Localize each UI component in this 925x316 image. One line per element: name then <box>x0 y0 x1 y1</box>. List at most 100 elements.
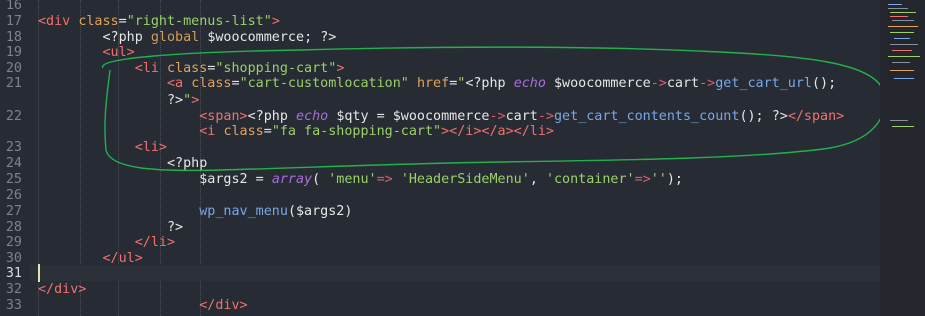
line-number: 20 <box>5 61 22 76</box>
token-attr: class <box>167 61 208 76</box>
token-var: $woocommerce <box>392 109 490 124</box>
line-number: 24 <box>5 156 22 171</box>
code-text: $args2 = array( 'menu'=> 'HeaderSideMenu… <box>38 172 683 188</box>
token-tag: </span> <box>787 109 845 124</box>
token-txt: = <box>263 124 272 139</box>
code-text: <ul> <box>38 45 135 61</box>
token-php: <?php <box>167 156 208 171</box>
token-txt: = <box>247 172 272 187</box>
token-op: => <box>376 172 393 187</box>
token-it: echo <box>296 109 329 124</box>
token-str: " <box>183 93 192 108</box>
token-var: $qty <box>336 109 369 124</box>
code-text: wp_nav_menu($args2) <box>38 204 352 220</box>
line-number: 26 <box>5 188 22 203</box>
token-op: -> <box>489 109 506 124</box>
token-txt: , <box>529 172 546 187</box>
token-tag: <li> <box>134 140 167 155</box>
code-text: <li> <box>38 140 167 156</box>
token-it: echo <box>513 76 546 91</box>
line-number: 23 <box>5 140 22 155</box>
token-var: $woocommerce <box>207 30 305 45</box>
token-txt: ( <box>287 204 296 219</box>
token-php: ?> <box>167 220 184 235</box>
token-txt: cart <box>666 76 700 91</box>
line-number: 17 <box>5 14 22 29</box>
code-editor[interactable]: 16 17 <div class="right-menus-list"> 18 <?p… <box>0 0 880 316</box>
code-text: </ul> <box>38 251 143 267</box>
code-text: <?php <box>38 156 207 172</box>
token-txt: (); <box>739 109 772 124</box>
token-tag: > <box>336 61 345 76</box>
token-tag: <a <box>167 76 184 91</box>
token-str: "right-menus-list" <box>126 14 272 29</box>
token-str: 'menu' <box>328 172 377 187</box>
token-txt: = <box>231 76 240 91</box>
token-txt: ( <box>312 172 329 187</box>
line-number: 18 <box>5 30 22 45</box>
token-tag: > <box>271 14 280 29</box>
token-tag: </div> <box>38 282 87 297</box>
current-line-highlight <box>30 265 880 281</box>
token-attr: class <box>191 76 232 91</box>
token-attr: href <box>416 76 450 91</box>
line-number: 29 <box>5 235 22 250</box>
token-it: array <box>271 172 313 187</box>
line-number: 30 <box>5 251 22 266</box>
code-text: ?> <box>38 220 183 236</box>
line-number: 19 <box>5 45 22 60</box>
minimap[interactable] <box>880 0 925 316</box>
token-tag: <div <box>38 14 71 29</box>
code-text: <i class="fa fa-shopping-cart"></i></a><… <box>38 124 554 140</box>
token-tag: ></i></a></li> <box>441 124 554 139</box>
line-number: 32 <box>5 282 22 297</box>
token-txt: (); <box>812 76 837 91</box>
token-txt: cart <box>505 109 538 124</box>
token-kw: global <box>150 30 200 45</box>
token-txt: ) <box>344 204 353 219</box>
line-number: 27 <box>5 204 22 219</box>
line-number: 22 <box>5 109 22 124</box>
line-number: 25 <box>5 172 22 187</box>
token-tag: </ul> <box>102 251 143 266</box>
token-php: <?php <box>465 76 514 91</box>
token-txt: ); <box>666 172 683 187</box>
token-php: ?> <box>320 30 337 45</box>
token-fn: get_cart_contents_count <box>554 109 740 124</box>
token-op: -> <box>537 109 554 124</box>
code-text: </li> <box>38 235 175 251</box>
token-tag: > <box>191 93 200 108</box>
token-var: $args2 <box>296 204 345 219</box>
token-op: -> <box>699 76 716 91</box>
code-text: <li class="shopping-cart"> <box>38 61 345 77</box>
token-php: ?> <box>167 93 184 108</box>
token-txt: ; <box>304 30 321 45</box>
token-str: "fa fa-shopping-cart" <box>271 124 442 139</box>
token-fn: get_cart_url <box>715 76 812 91</box>
text-cursor <box>38 264 40 282</box>
token-php: <?php <box>247 109 296 124</box>
token-attr: class <box>223 124 264 139</box>
token-fn: wp_nav_menu <box>199 204 288 219</box>
code-text: <span><?php echo $qty = $woocommerce->ca… <box>38 109 844 125</box>
token-tag: <li <box>134 61 159 76</box>
token-var: $args2 <box>199 172 248 187</box>
code-text: <div class="right-menus-list"> <box>38 14 280 30</box>
token-str: 'container' <box>545 172 635 187</box>
code-text: <a class="cart-customlocation" href="<?p… <box>38 76 836 92</box>
token-tag: <i <box>199 124 216 139</box>
token-str: "cart-customlocation" <box>239 76 409 91</box>
